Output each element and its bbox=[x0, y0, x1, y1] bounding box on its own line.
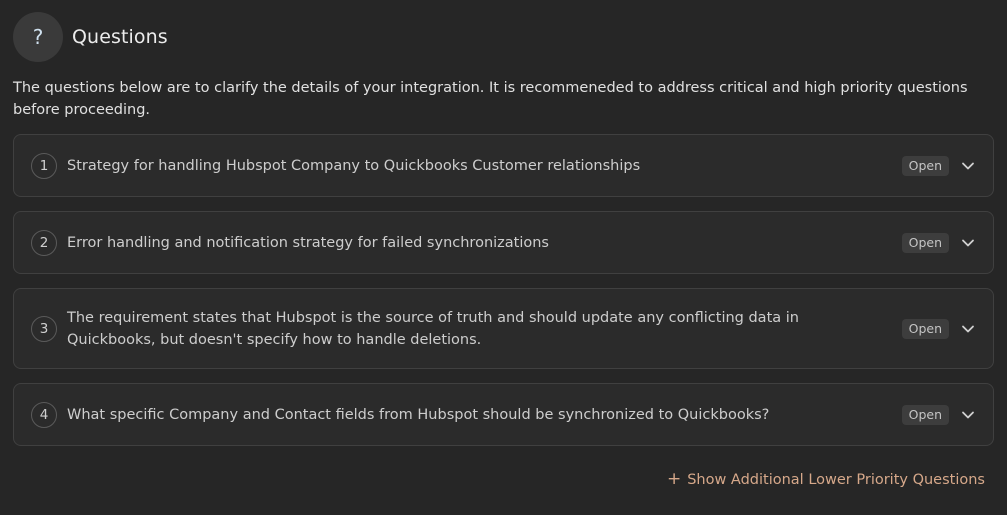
question-text: The requirement states that Hubspot is t… bbox=[67, 309, 799, 348]
intro-text: The questions below are to clarify the d… bbox=[13, 80, 968, 118]
header: ? Questions bbox=[13, 12, 994, 62]
help-icon: ? bbox=[13, 12, 63, 62]
status-badge: Open bbox=[901, 404, 949, 425]
question-text: Strategy for handling Hubspot Company to… bbox=[67, 157, 641, 174]
status-badge: Open bbox=[901, 232, 949, 253]
question-text: Error handling and notification strategy… bbox=[67, 234, 549, 251]
chevron-down-icon[interactable] bbox=[961, 322, 975, 336]
question-item-1[interactable]: 1 Strategy for handling Hubspot Company … bbox=[13, 134, 994, 197]
question-number: 2 bbox=[31, 229, 57, 256]
question-number: 4 bbox=[31, 401, 57, 428]
plus-icon: + bbox=[666, 469, 682, 489]
show-more-questions-button[interactable]: + Show Additional Lower Priority Questio… bbox=[667, 471, 985, 488]
question-item-3[interactable]: 3 The requirement states that Hubspot is… bbox=[13, 288, 994, 369]
chevron-down-icon[interactable] bbox=[961, 408, 975, 422]
show-more-label: Show Additional Lower Priority Questions bbox=[687, 471, 985, 488]
questions-panel: ? Questions The questions below are to c… bbox=[0, 0, 1007, 515]
chevron-down-icon[interactable] bbox=[961, 159, 975, 173]
question-number: 3 bbox=[31, 315, 57, 342]
question-number: 1 bbox=[31, 152, 57, 179]
question-list: 1 Strategy for handling Hubspot Company … bbox=[13, 134, 994, 446]
status-badge: Open bbox=[901, 318, 949, 339]
status-badge: Open bbox=[901, 155, 949, 176]
question-text: What specific Company and Contact fields… bbox=[67, 406, 770, 423]
page-title: Questions bbox=[72, 26, 168, 48]
question-item-2[interactable]: 2 Error handling and notification strate… bbox=[13, 211, 994, 274]
help-icon-glyph: ? bbox=[32, 25, 44, 49]
question-item-4[interactable]: 4 What specific Company and Contact fiel… bbox=[13, 383, 994, 446]
chevron-down-icon[interactable] bbox=[961, 236, 975, 250]
